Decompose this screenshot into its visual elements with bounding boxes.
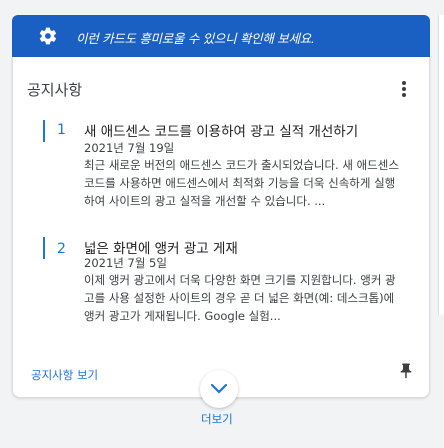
banner-text: 이런 카드도 흥미로울 수 있으니 확인해 보세요.: [76, 31, 315, 46]
more-link[interactable]: 더보기: [201, 411, 233, 427]
item-number-marker: 2: [43, 237, 73, 259]
item-date: 2021년 7월 19일: [84, 141, 175, 155]
item-body: 이제 앵커 광고에서 더욱 다양한 화면 크기를 지원합니다. 앵커 광고를 사…: [84, 273, 396, 323]
item-number-marker: 1: [43, 120, 73, 142]
settings-gear-icon: [39, 27, 57, 45]
item-title[interactable]: 넓은 화면에 앵커 광고 게재: [84, 237, 238, 257]
item-date: 2021년 7월 5일: [84, 256, 167, 270]
view-announcements-link[interactable]: 공지사항 보기: [31, 367, 98, 383]
item-title[interactable]: 새 애드센스 코드를 이용하여 광고 실적 개선하기: [84, 120, 358, 140]
expand-button[interactable]: [200, 370, 238, 408]
chevron-down-icon: [210, 383, 228, 394]
item-number: 2: [57, 241, 66, 257]
item-body: 최근 새로운 버전의 애드센스 코드가 출시되었습니다. 새 애드센스 코드를 …: [84, 158, 399, 208]
next-card-edge: [438, 15, 444, 315]
more-options-icon[interactable]: [401, 81, 407, 99]
item-number: 1: [57, 122, 66, 138]
card-title: 공지사항: [27, 81, 83, 99]
announcements-card: 공지사항 1 새 애드센스 코드를 이용하여 광고 실적 개선하기 2021년 …: [12, 57, 430, 398]
suggestion-banner: 이런 카드도 흥미로울 수 있으니 확인해 보세요.: [12, 15, 430, 57]
pin-icon[interactable]: [397, 362, 415, 380]
